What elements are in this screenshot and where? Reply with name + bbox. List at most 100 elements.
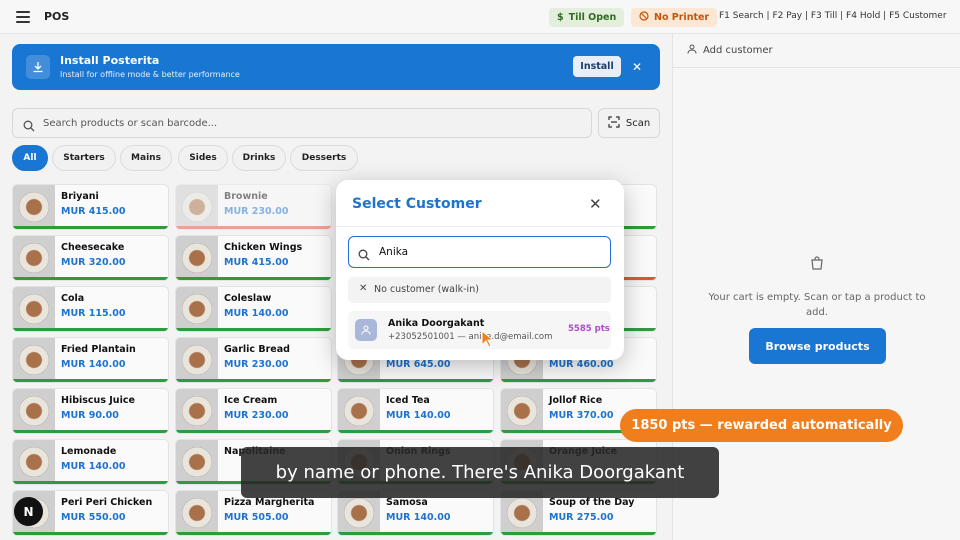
stock-indicator — [176, 430, 331, 433]
product-name: Pizza Margherita — [224, 497, 315, 508]
product-card[interactable]: Briyani MUR 415.00 — [12, 184, 169, 230]
close-icon[interactable]: ✕ — [632, 60, 642, 74]
product-card[interactable]: Chicken Wings MUR 415.00 — [175, 235, 332, 281]
product-card[interactable]: Brownie MUR 230.00 — [175, 184, 332, 230]
category-tab-drinks[interactable]: Drinks — [232, 145, 286, 171]
stock-indicator — [13, 277, 168, 280]
keyboard-shortcuts: F1 Search | F2 Pay | F3 Till | F4 Hold |… — [719, 11, 947, 21]
product-price: MUR 140.00 — [61, 461, 126, 472]
product-name: Lemonade — [61, 446, 117, 457]
food-plate-icon — [19, 447, 49, 477]
install-button[interactable]: Install — [573, 56, 621, 77]
product-price: MUR 275.00 — [549, 512, 614, 523]
product-name: Soup of the Day — [549, 497, 635, 508]
product-image — [13, 389, 55, 433]
add-customer-button[interactable]: Add customer — [687, 44, 773, 57]
stock-indicator — [338, 532, 493, 535]
product-price: MUR 460.00 — [549, 359, 614, 370]
stock-indicator — [176, 277, 331, 280]
customer-contact: +23052501001 — anika.d@email.com — [388, 332, 553, 342]
scan-icon — [608, 115, 620, 131]
customer-points: 5585 pts — [568, 324, 610, 334]
product-name: Hibiscus Juice — [61, 395, 135, 406]
walk-in-label: No customer (walk-in) — [374, 284, 479, 295]
product-card[interactable]: Cola MUR 115.00 — [12, 286, 169, 332]
reward-badge: 1850 pts — rewarded automatically — [620, 409, 903, 442]
stock-indicator — [338, 379, 493, 382]
product-image — [13, 185, 55, 229]
product-price: MUR 415.00 — [224, 257, 289, 268]
product-card[interactable]: Lemonade MUR 140.00 — [12, 439, 169, 485]
till-status-badge[interactable]: $ Till Open — [549, 8, 625, 27]
food-plate-icon — [182, 498, 212, 528]
product-card[interactable]: Cheesecake MUR 320.00 — [12, 235, 169, 281]
scan-label: Scan — [625, 117, 651, 129]
search-icon — [358, 246, 371, 261]
product-card[interactable]: Coleslaw MUR 140.00 — [175, 286, 332, 332]
menu-icon[interactable] — [16, 11, 30, 23]
top-bar: POS $ Till Open No Printer F1 Search | F… — [0, 0, 960, 34]
product-image — [176, 338, 218, 382]
product-price: MUR 115.00 — [61, 308, 126, 319]
food-plate-icon — [182, 447, 212, 477]
next-logo-button[interactable]: N — [14, 497, 43, 526]
product-card[interactable]: Garlic Bread MUR 230.00 — [175, 337, 332, 383]
product-price: MUR 645.00 — [386, 359, 451, 370]
product-name: Brownie — [224, 191, 268, 202]
category-tab-sides[interactable]: Sides — [178, 145, 228, 171]
close-icon[interactable]: ✕ — [589, 195, 602, 213]
stock-indicator — [13, 430, 168, 433]
download-icon — [26, 55, 50, 79]
category-tab-all[interactable]: All — [12, 145, 48, 171]
scan-button[interactable]: Scan — [598, 108, 660, 138]
category-tab-starters[interactable]: Starters — [52, 145, 116, 171]
food-plate-icon — [507, 396, 537, 426]
product-image — [13, 236, 55, 280]
product-name: Briyani — [61, 191, 99, 202]
product-card[interactable]: Iced Tea MUR 140.00 — [337, 388, 494, 434]
stock-indicator — [176, 379, 331, 382]
food-plate-icon — [182, 243, 212, 273]
product-card[interactable]: Hibiscus Juice MUR 90.00 — [12, 388, 169, 434]
product-price: MUR 415.00 — [61, 206, 126, 217]
customer-name: Anika Doorgakant — [388, 318, 485, 329]
product-name: Jollof Rice — [549, 395, 603, 406]
stock-indicator — [13, 379, 168, 382]
product-price: MUR 550.00 — [61, 512, 126, 523]
product-name: Peri Peri Chicken — [61, 497, 153, 508]
product-search-input[interactable] — [43, 109, 583, 137]
product-price: MUR 230.00 — [224, 206, 289, 217]
product-price: MUR 230.00 — [224, 410, 289, 421]
stock-indicator — [501, 379, 656, 382]
food-plate-icon — [19, 396, 49, 426]
product-price: MUR 505.00 — [224, 512, 289, 523]
product-price: MUR 140.00 — [386, 410, 451, 421]
search-icon — [23, 117, 37, 132]
product-card[interactable]: Fried Plantain MUR 140.00 — [12, 337, 169, 383]
food-plate-icon — [19, 294, 49, 324]
food-plate-icon — [19, 243, 49, 273]
no-printer-icon — [639, 11, 649, 24]
add-customer-label: Add customer — [703, 45, 773, 56]
customer-result-row[interactable]: Anika Doorgakant +23052501001 — anika.d@… — [348, 311, 611, 349]
product-price: MUR 370.00 — [549, 410, 614, 421]
category-tab-desserts[interactable]: Desserts — [290, 145, 358, 171]
category-tab-mains[interactable]: Mains — [120, 145, 172, 171]
product-image — [13, 440, 55, 484]
product-card[interactable]: Ice Cream MUR 230.00 — [175, 388, 332, 434]
banner-title: Install Posterita — [60, 54, 160, 67]
printer-status-badge[interactable]: No Printer — [631, 8, 718, 27]
stock-indicator — [338, 430, 493, 433]
product-price: MUR 230.00 — [224, 359, 289, 370]
browse-products-button[interactable]: Browse products — [749, 328, 886, 364]
stock-indicator — [176, 532, 331, 535]
dollar-icon: $ — [557, 12, 564, 23]
stock-indicator — [13, 328, 168, 331]
till-status-label: Till Open — [568, 12, 617, 23]
product-name: Cheesecake — [61, 242, 125, 253]
stock-indicator — [13, 481, 168, 484]
product-price: MUR 320.00 — [61, 257, 126, 268]
walk-in-option[interactable]: ✕ No customer (walk-in) — [348, 277, 611, 303]
product-image — [176, 185, 218, 229]
customer-search-input[interactable] — [379, 237, 599, 266]
